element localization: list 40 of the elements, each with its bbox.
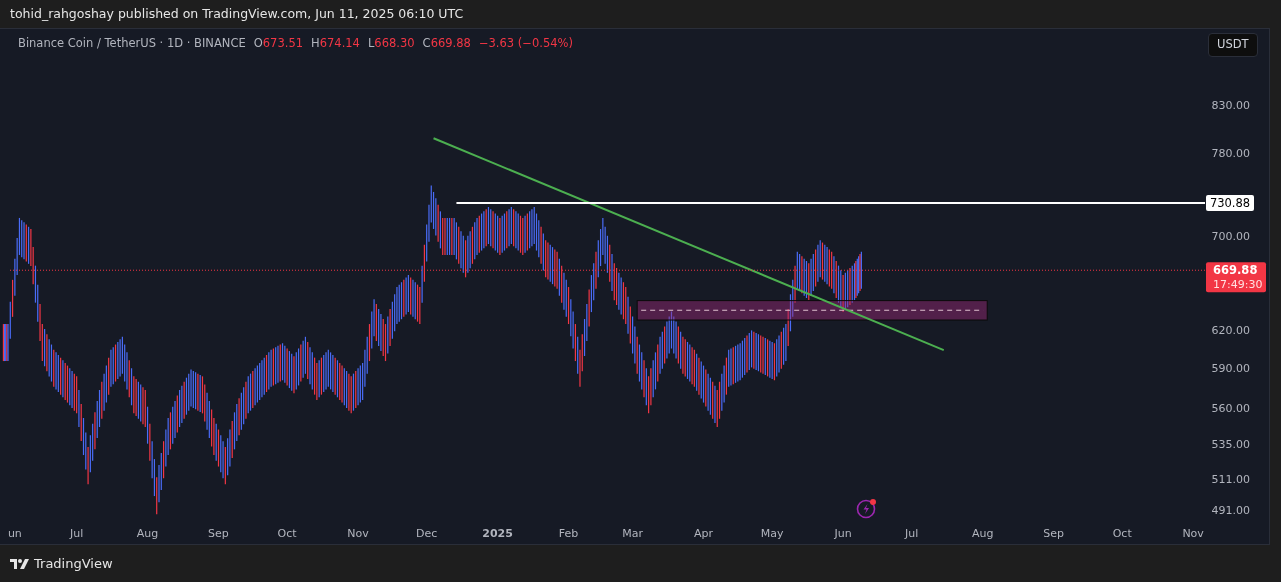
price-axis-label: 700.00 (1211, 230, 1250, 244)
currency-button[interactable]: USDT (1208, 33, 1258, 57)
price-axis-label: 491.00 (1211, 503, 1250, 517)
time-axis-label: Jun (834, 527, 852, 540)
time-axis-label: Oct (277, 527, 297, 540)
time-axis-label: Nov (347, 527, 369, 540)
time-axis-label: Aug (136, 527, 159, 540)
tradingview-logo-icon (10, 557, 30, 570)
price-axis-label: 535.00 (1211, 437, 1250, 451)
lightning-icon[interactable] (856, 497, 878, 519)
price-axis-label: 780.00 (1211, 146, 1250, 160)
level-label: 730.88 (1206, 195, 1254, 212)
current-price-label: 669.88 17:49:30 (1206, 262, 1266, 293)
ohlc-value: O673.51 (253, 35, 304, 52)
time-axis-label: May (760, 527, 784, 540)
ohlc-value: H674.14 (311, 35, 360, 52)
time-axis-label: Sep (208, 527, 229, 540)
price-axis-label: 590.00 (1211, 362, 1250, 376)
time-axis-label: Nov (1182, 527, 1204, 540)
time-axis-label: un (7, 527, 22, 540)
time-axis-label: Sep (1043, 527, 1064, 540)
price-change: −3.63 (−0.54%) (478, 35, 573, 52)
time-axis-label: 2025 (482, 527, 513, 540)
price-axis-label: 560.00 (1211, 402, 1250, 416)
price-axis-label: 830.00 (1211, 99, 1250, 112)
time-axis-label: Dec (416, 527, 438, 540)
time-axis-label: Oct (1112, 527, 1132, 540)
price-axis-label: 620.00 (1211, 323, 1250, 337)
price-axis-label: 511.00 (1211, 473, 1250, 486)
ohlc-value: C669.88 (422, 35, 471, 52)
publish-info: tohid_rahgoshay published on TradingView.com, Jun 11, 2025 06:10 UTC (9, 5, 465, 23)
time-axis-label: Feb (558, 527, 579, 540)
ohlc-value: L668.30 (367, 35, 415, 52)
symbol-title: Binance Coin / TetherUS · 1D · BINANCE (18, 35, 246, 52)
brand-name: TradingView (34, 554, 113, 573)
time-axis-label: Jul (905, 527, 919, 540)
time-axis-label: Aug (971, 527, 994, 540)
time-axis-label: Apr (694, 527, 714, 540)
time-axis-label: Jul (70, 527, 84, 540)
time-axis-label: Mar (622, 527, 643, 540)
